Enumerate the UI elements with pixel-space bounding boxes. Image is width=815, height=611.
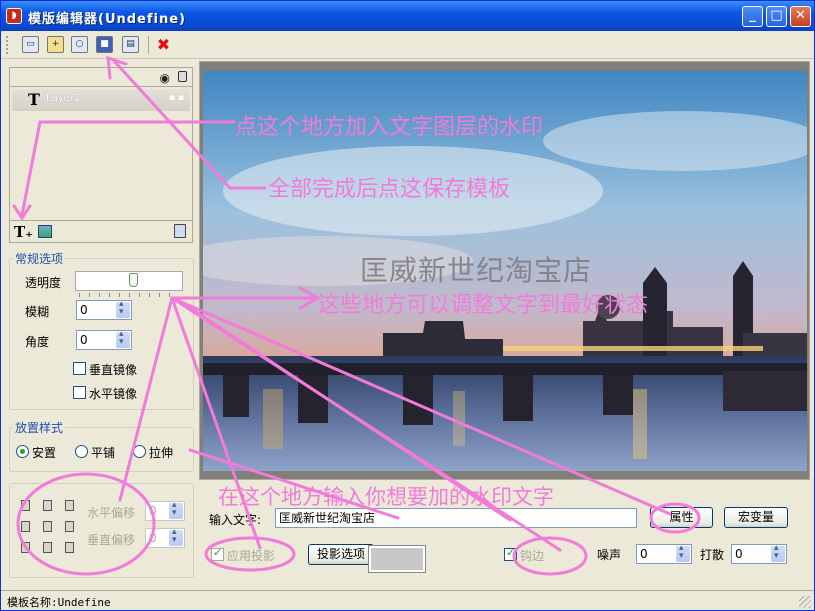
scatter-value: 0 — [735, 547, 743, 561]
vertical-mirror-label: 垂直镜像 — [89, 363, 138, 377]
stretch-radio[interactable] — [133, 445, 146, 458]
common-options-legend: 常规选项 — [15, 252, 64, 266]
tile-label: 平铺 — [91, 446, 116, 460]
add-text-layer-icon[interactable]: T₊ — [14, 223, 33, 241]
eye-icon[interactable]: ◉ — [160, 71, 170, 85]
toolbar: ▭ + ○ ■ ▤ ✖ — [1, 31, 814, 59]
watermark-text-input[interactable]: 匡威新世纪淘宝店 — [275, 508, 637, 528]
save-icon[interactable]: ■ — [96, 36, 113, 53]
input-text-label: 输入文字: — [209, 513, 262, 527]
shadow-color-swatch[interactable] — [369, 546, 425, 572]
stroke-label: 钩边 — [520, 549, 545, 563]
export-icon[interactable]: ▤ — [122, 36, 139, 53]
open-folder-icon[interactable]: + — [47, 36, 64, 53]
spin-arrows-icon[interactable] — [169, 500, 183, 519]
anchor-bottom[interactable] — [43, 542, 52, 553]
spin-arrows-icon[interactable] — [116, 299, 130, 318]
h-offset-value: 0 — [149, 504, 157, 518]
close-button[interactable]: ✕ — [790, 6, 811, 27]
macro-variable-button[interactable]: 宏变量 — [724, 507, 788, 528]
spin-arrows-icon[interactable] — [771, 543, 785, 562]
blur-label: 模糊 — [25, 305, 50, 319]
stretch-label: 拉伸 — [149, 446, 174, 460]
spin-arrows-icon[interactable] — [676, 543, 690, 562]
anchor-center[interactable] — [43, 521, 52, 532]
v-offset-spinner[interactable]: 0 — [145, 527, 185, 548]
editor-logo-icon: ◗ — [6, 8, 22, 24]
shadow-options-button[interactable]: 投影选项 — [308, 544, 374, 565]
slider-ticks — [79, 293, 179, 297]
noise-spinner[interactable]: 0 — [636, 543, 692, 564]
scatter-spinner[interactable]: 0 — [731, 543, 787, 564]
toolbar-grip[interactable] — [6, 36, 9, 54]
horizontal-mirror-label: 水平镜像 — [89, 387, 138, 401]
noise-value: 0 — [640, 547, 648, 561]
layers-footer: T₊ — [10, 220, 192, 242]
anchor-top[interactable] — [43, 500, 52, 511]
spin-arrows-icon[interactable] — [169, 527, 183, 546]
resize-grip-icon[interactable] — [799, 596, 811, 608]
spin-arrows-icon[interactable] — [116, 329, 130, 348]
window-title: 模版编辑器(Undefine) — [28, 12, 187, 27]
annotation-save-template: 全部完成后点这保存模板 — [268, 177, 511, 202]
v-offset-value: 0 — [149, 531, 157, 545]
apply-shadow-label: 应用投影 — [227, 549, 276, 563]
trash-icon[interactable] — [174, 224, 186, 238]
toolbar-separator — [148, 36, 149, 54]
horizontal-mirror-checkbox[interactable] — [73, 386, 86, 399]
add-image-layer-icon[interactable] — [38, 225, 52, 238]
anchor-top-left[interactable] — [21, 500, 30, 511]
delete-icon[interactable]: ✖ — [155, 36, 172, 53]
annotation-add-text-layer: 点这个地方加入文字图层的水印 — [235, 115, 544, 140]
properties-button[interactable]: 属性 — [650, 507, 713, 528]
anchor-bottom-right[interactable] — [65, 542, 74, 553]
opacity-slider-thumb[interactable] — [128, 273, 138, 287]
angle-value: 0 — [80, 333, 88, 347]
annotation-input-watermark: 在这个地方输入你想要加的水印文字 — [218, 485, 554, 509]
layer-item[interactable]: T Layer1 ▪ ▪ — [12, 89, 190, 111]
angle-spinner[interactable]: 0 — [76, 329, 132, 350]
stroke-checkbox[interactable] — [504, 546, 517, 561]
blur-spinner[interactable]: 0 — [76, 299, 132, 320]
noise-label: 噪声 — [597, 548, 622, 562]
minimize-button[interactable]: _ — [742, 6, 763, 27]
new-template-icon[interactable]: ▭ — [22, 36, 39, 53]
preview-icon[interactable]: ○ — [71, 36, 88, 53]
blur-value: 0 — [80, 303, 88, 317]
lock-icon[interactable] — [178, 71, 187, 82]
opacity-label: 透明度 — [25, 276, 62, 290]
layers-panel: ◉ T Layer1 ▪ ▪ T₊ — [9, 67, 193, 243]
anchor-top-right[interactable] — [65, 500, 74, 511]
h-offset-spinner[interactable]: 0 — [145, 500, 185, 521]
anchor-left[interactable] — [21, 521, 30, 532]
anchor-right[interactable] — [65, 521, 74, 532]
apply-shadow-checkbox[interactable] — [211, 546, 224, 561]
v-offset-label: 垂直偏移 — [87, 533, 136, 547]
maximize-button[interactable]: □ — [766, 6, 787, 27]
place-radio[interactable] — [16, 445, 29, 458]
angle-label: 角度 — [25, 335, 50, 349]
text-layer-icon: T — [28, 90, 40, 109]
watermark-text[interactable]: 匡威新世纪淘宝店 — [360, 249, 592, 289]
tile-radio[interactable] — [75, 445, 88, 458]
title-bar[interactable]: ◗ 模版编辑器(Undefine) _ □ ✕ — [1, 1, 814, 31]
place-label: 安置 — [32, 446, 57, 460]
anchor-bottom-left[interactable] — [21, 542, 30, 553]
placement-legend: 放置样式 — [15, 421, 64, 435]
status-bar: 模板名称:Undefine — [1, 590, 814, 610]
vertical-mirror-checkbox[interactable] — [73, 362, 86, 375]
h-offset-label: 水平偏移 — [87, 506, 136, 520]
layers-header: ◉ — [10, 68, 192, 87]
scatter-label: 打散 — [700, 548, 725, 562]
template-name-status: 模板名称:Undefine — [7, 596, 111, 609]
layer-flags[interactable]: ▪ ▪ — [169, 93, 184, 103]
layer-name: Layer1 — [46, 93, 81, 104]
anchor-grid — [19, 498, 77, 556]
annotation-adjust-text: 这些地方可以调整文字到最好状态 — [318, 293, 649, 318]
